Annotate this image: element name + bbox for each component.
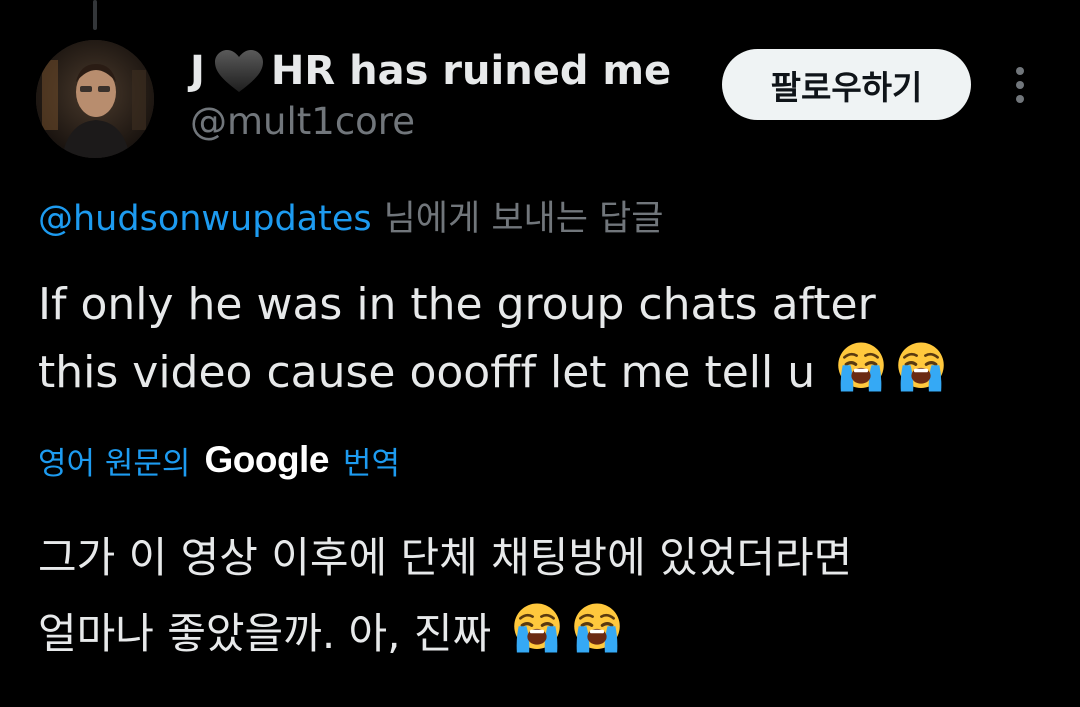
reply-mention-link[interactable]: @hudsonwupdates <box>38 199 372 239</box>
author-display-name[interactable]: J HR has ruined me <box>190 46 671 96</box>
translated-text-line: 그가 이 영상 이후에 단체 채팅방에 있었더라면 <box>38 533 853 582</box>
vertical-ellipsis-icon <box>1016 67 1024 103</box>
author-name-suffix: HR has ruined me <box>270 48 672 94</box>
loudly-crying-face-icon <box>569 600 625 656</box>
google-logo: Google <box>204 439 329 480</box>
tweet-text-line: If only he was in the group chats after <box>38 279 876 330</box>
loudly-crying-face-icon <box>893 339 949 395</box>
reply-context-label: 님에게 보내는 답글 <box>383 199 664 239</box>
loudly-crying-face-icon <box>833 339 889 395</box>
avatar[interactable] <box>36 40 154 158</box>
translation-label: 번역 <box>342 445 400 482</box>
follow-button[interactable]: 팔로우하기 <box>722 49 971 120</box>
translated-text-line: 얼마나 좋았을까. 아, 진짜 <box>38 609 492 658</box>
author-handle[interactable]: @mult1core <box>190 100 415 143</box>
avatar-photo <box>36 40 154 158</box>
thread-connector-line <box>93 0 97 30</box>
translation-source-label: 영어 원문의 <box>38 445 191 482</box>
reply-context: @hudsonwupdates 님에게 보내는 답글 <box>38 190 663 241</box>
translated-text-line-with-emoji: 얼마나 좋았을까. 아, 진짜 <box>38 596 1058 672</box>
tweet-text-line: this video cause ooofff let me tell u <box>38 347 816 398</box>
translation-attribution-link[interactable]: 영어 원문의 Google 번역 <box>38 438 400 482</box>
translated-text: 그가 이 영상 이후에 단체 채팅방에 있었더라면 얼마나 좋았을까. 아, 진… <box>38 520 1058 672</box>
author-name-prefix: J <box>190 48 205 94</box>
black-heart-icon <box>213 48 265 94</box>
tweet-text: If only he was in the group chats after … <box>38 271 1058 407</box>
more-options-button[interactable] <box>1000 58 1040 112</box>
loudly-crying-face-icon <box>509 600 565 656</box>
tweet-text-line-with-emoji: this video cause ooofff let me tell u <box>38 339 1058 407</box>
